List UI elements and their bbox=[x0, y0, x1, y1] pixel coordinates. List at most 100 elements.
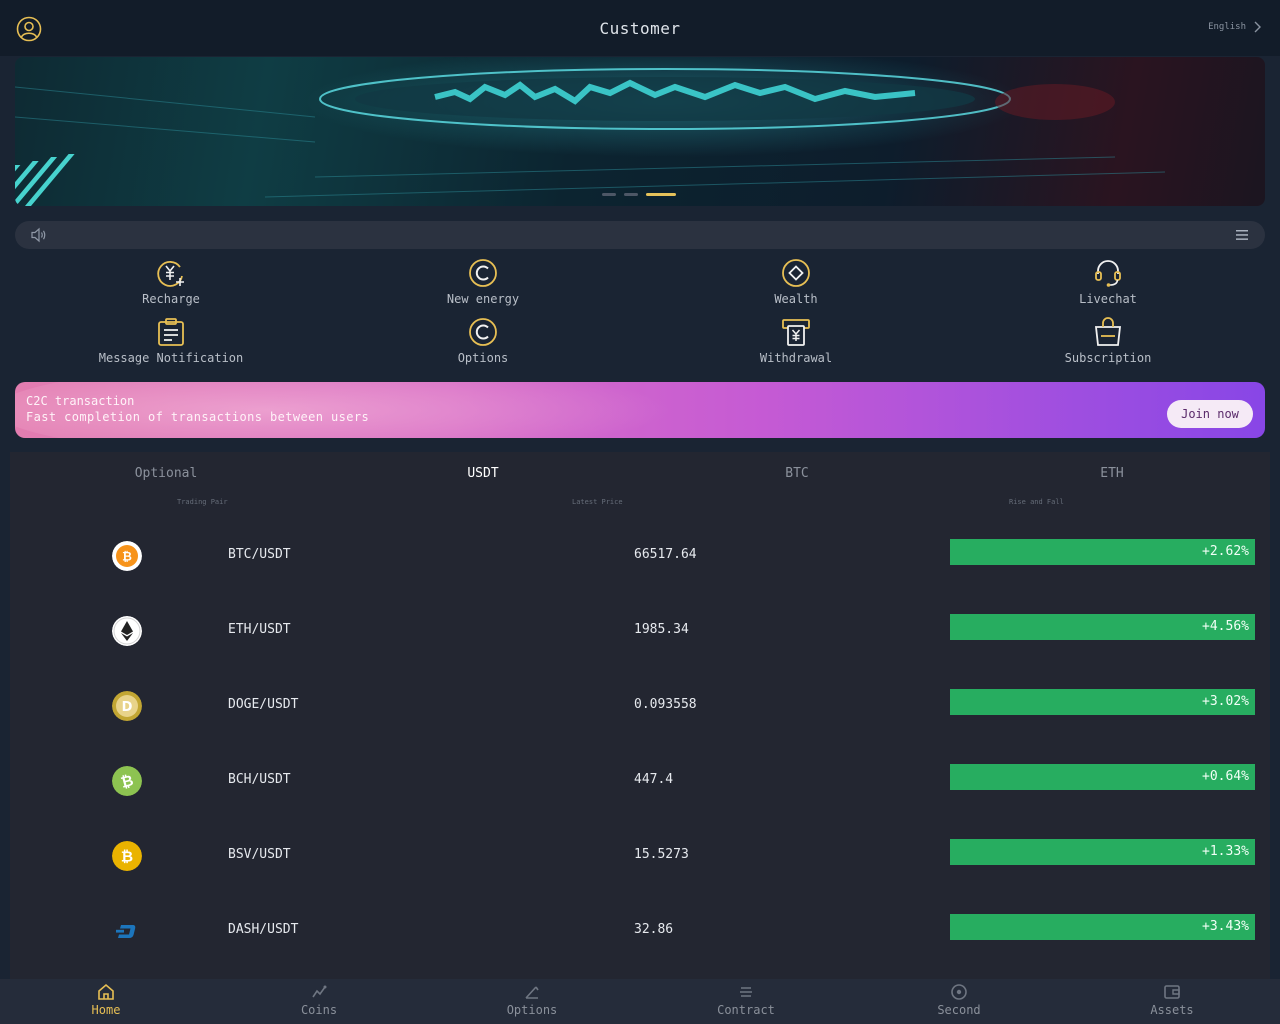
banner-carousel[interactable] bbox=[15, 57, 1265, 206]
quick-withdrawal[interactable]: Withdrawal bbox=[696, 316, 896, 365]
latest-price: 15.5273 bbox=[634, 847, 689, 862]
nav-label: Coins bbox=[300, 1003, 338, 1017]
quick-options[interactable]: Options bbox=[383, 316, 583, 365]
quick-new-energy[interactable]: New energy bbox=[383, 257, 583, 306]
btc-coin-icon: ₿ bbox=[112, 541, 142, 571]
change-badge: +2.62% bbox=[950, 539, 1255, 565]
diamond-circle-icon bbox=[782, 259, 810, 287]
bsv-coin-icon: ₿ bbox=[112, 841, 142, 871]
change-badge: +1.33% bbox=[950, 839, 1255, 865]
recharge-yen-icon bbox=[157, 261, 184, 287]
bottom-navigation: Home Coins Options Contract Second Asset… bbox=[0, 979, 1280, 1024]
doge-coin-icon: D bbox=[112, 691, 142, 721]
trading-pair: BSV/USDT bbox=[228, 847, 291, 862]
tab-usdt[interactable]: USDT bbox=[383, 466, 583, 481]
nav-second[interactable]: Second bbox=[899, 983, 1019, 1017]
latest-price: 447.4 bbox=[634, 772, 674, 787]
table-row[interactable]: ₿ BTC/USDT 66517.64 +2.62% bbox=[10, 527, 1270, 602]
chevron-right-icon bbox=[1254, 21, 1261, 33]
user-profile-icon[interactable] bbox=[16, 16, 42, 42]
language-label: English bbox=[1208, 22, 1246, 32]
contract-icon bbox=[740, 987, 752, 997]
eth-coin-icon bbox=[112, 616, 142, 646]
carousel-dot[interactable] bbox=[602, 193, 616, 196]
carousel-dot-active[interactable] bbox=[646, 193, 676, 196]
quick-menu-label: Options bbox=[457, 351, 509, 365]
copyright-c-icon bbox=[469, 259, 497, 287]
carousel-dot[interactable] bbox=[624, 193, 638, 196]
quick-message-notification[interactable]: Message Notification bbox=[71, 316, 271, 365]
carousel-indicator[interactable] bbox=[602, 193, 676, 196]
nav-contract[interactable]: Contract bbox=[686, 983, 806, 1017]
tab-eth[interactable]: ETH bbox=[1012, 466, 1212, 481]
quick-menu-label: Message Notification bbox=[98, 351, 244, 365]
dash-coin-icon bbox=[116, 925, 136, 938]
trading-pair: BCH/USDT bbox=[228, 772, 291, 787]
promo-title: C2C transaction bbox=[26, 394, 135, 408]
c2c-promo-banner[interactable]: C2C transaction Fast completion of trans… bbox=[15, 382, 1265, 438]
top-header: Customer English bbox=[0, 0, 1280, 56]
quick-livechat[interactable]: Livechat bbox=[1008, 257, 1208, 306]
coins-chart-icon bbox=[312, 985, 327, 998]
svg-text:D: D bbox=[122, 700, 133, 715]
trading-pair: DOGE/USDT bbox=[228, 697, 299, 712]
table-row[interactable]: ETH/USDT 1985.34 +4.56% bbox=[10, 602, 1270, 677]
copyright-c-icon bbox=[469, 318, 497, 346]
second-target-icon bbox=[951, 984, 967, 1000]
trading-pair: ETH/USDT bbox=[228, 622, 291, 637]
nav-label: Home bbox=[91, 1003, 121, 1017]
change-badge: +3.43% bbox=[950, 914, 1255, 940]
menu-icon[interactable] bbox=[1235, 228, 1249, 242]
trading-pair: DASH/USDT bbox=[228, 922, 299, 937]
language-switch[interactable]: English bbox=[1208, 20, 1262, 34]
join-now-button[interactable]: Join now bbox=[1167, 400, 1253, 428]
headset-icon bbox=[1095, 260, 1121, 287]
quick-subscription[interactable]: Subscription bbox=[1008, 316, 1208, 365]
quick-menu-label: Subscription bbox=[1064, 351, 1152, 365]
announcement-bar[interactable] bbox=[15, 221, 1265, 249]
market-tabs: Optional USDT BTC ETH bbox=[10, 466, 1270, 486]
quick-menu-label: Wealth bbox=[774, 292, 818, 306]
nav-options[interactable]: Options bbox=[472, 983, 592, 1017]
nav-coins[interactable]: Coins bbox=[259, 983, 379, 1017]
change-badge: +0.64% bbox=[950, 764, 1255, 790]
nav-home[interactable]: Home bbox=[46, 983, 166, 1017]
table-row[interactable]: ₿ BSV/USDT 15.5273 +1.33% bbox=[10, 827, 1270, 902]
latest-price: 1985.34 bbox=[634, 622, 689, 637]
column-header-latest-price: Latest Price bbox=[572, 498, 623, 506]
shopping-bag-icon bbox=[1094, 317, 1122, 346]
svg-text:₿: ₿ bbox=[122, 550, 132, 564]
latest-price: 66517.64 bbox=[634, 547, 697, 562]
quick-menu-label: Livechat bbox=[1079, 292, 1137, 306]
nav-label: Contract bbox=[717, 1003, 775, 1017]
atm-yen-icon bbox=[782, 319, 810, 346]
quick-menu-label: New energy bbox=[446, 292, 520, 306]
quick-wealth[interactable]: Wealth bbox=[696, 257, 896, 306]
tab-optional[interactable]: Optional bbox=[66, 466, 266, 481]
table-row[interactable]: ₿ BCH/USDT 447.4 +0.64% bbox=[10, 752, 1270, 827]
options-icon bbox=[525, 986, 539, 999]
svg-text:₿: ₿ bbox=[121, 848, 133, 866]
banner-illustration bbox=[15, 57, 1166, 206]
table-row[interactable]: D DOGE/USDT 0.093558 +3.02% bbox=[10, 677, 1270, 752]
wallet-icon bbox=[1164, 985, 1180, 999]
home-icon bbox=[98, 983, 114, 1000]
change-badge: +3.02% bbox=[950, 689, 1255, 715]
quick-menu-label: Withdrawal bbox=[759, 351, 833, 365]
latest-price: 32.86 bbox=[634, 922, 674, 937]
nav-label: Options bbox=[506, 1003, 558, 1017]
promo-subtitle: Fast completion of transactions between … bbox=[26, 410, 370, 424]
column-header-rise-fall: Rise and Fall bbox=[1009, 498, 1064, 506]
trading-pair: BTC/USDT bbox=[228, 547, 291, 562]
table-row[interactable]: DASH/USDT 32.86 +3.43% bbox=[10, 902, 1270, 977]
bch-coin-icon: ₿ bbox=[112, 766, 142, 796]
latest-price: 0.093558 bbox=[634, 697, 697, 712]
quick-recharge[interactable]: Recharge bbox=[71, 257, 271, 306]
change-badge: +4.56% bbox=[950, 614, 1255, 640]
nav-assets[interactable]: Assets bbox=[1112, 983, 1232, 1017]
clipboard-icon bbox=[158, 318, 184, 346]
market-panel: Optional USDT BTC ETH Trading Pair Lates… bbox=[10, 452, 1270, 979]
nav-label: Second bbox=[937, 1003, 981, 1017]
tab-btc[interactable]: BTC bbox=[697, 466, 897, 481]
speaker-icon bbox=[31, 227, 46, 243]
